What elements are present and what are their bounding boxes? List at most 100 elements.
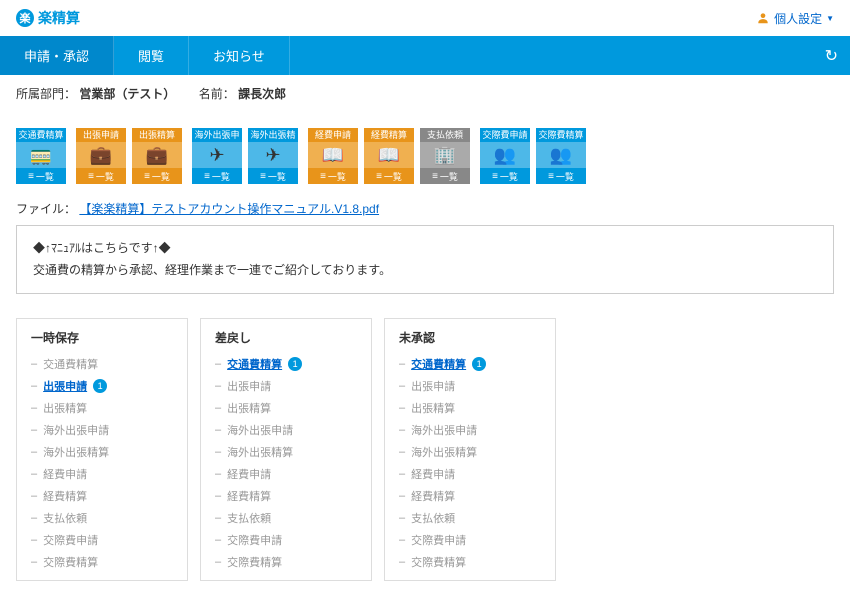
status-item-label[interactable]: 交通費精算 [227,356,282,372]
status-item-label: 海外出張申請 [227,422,293,438]
status-item-label: 海外出張精算 [227,444,293,460]
file-link[interactable]: 【楽楽精算】テストアカウント操作マニュアル.V1.8.pdf [79,202,379,216]
icon-card-icon: 👥 [536,142,586,168]
notice-line-1: ◆↑ﾏﾆｭｱﾙはこちらです↑◆ [33,238,817,260]
status-item-label: 交際費申請 [411,532,466,548]
icon-group: 出張申請💼≡ 一覧出張精算💼≡ 一覧 [76,128,182,184]
refresh-icon[interactable]: ↻ [825,46,838,66]
status-list: –交通費精算–出張申請1–出張精算–海外出張申請–海外出張精算–経費申請–経費精… [31,356,173,570]
dash-icon: – [31,446,37,458]
status-item-label: 交際費申請 [43,532,98,548]
icon-group: 経費申請📖≡ 一覧経費精算📖≡ 一覧支払依頼🏢≡ 一覧 [308,128,470,184]
icon-card-title: 経費精算 [364,128,414,142]
icon-card[interactable]: 支払依頼🏢≡ 一覧 [420,128,470,184]
icon-card-footer[interactable]: ≡ 一覧 [132,168,182,184]
user-settings-dropdown[interactable]: 個人設定 ▼ [756,10,834,27]
dash-icon: – [215,468,221,480]
status-item[interactable]: –出張申請1 [31,378,173,394]
list-icon: ≡ [376,171,382,182]
status-column-title: 一時保存 [31,329,173,346]
icon-card-title: 海外出張精算 [248,128,298,142]
icon-card[interactable]: 交際費申請👥≡ 一覧 [480,128,530,184]
status-item: –海外出張申請 [31,422,173,438]
name-label: 名前： [199,87,235,101]
dash-icon: – [399,424,405,436]
status-item-label: 経費申請 [43,466,87,482]
status-item: –支払依頼 [399,510,541,526]
status-item: –出張精算 [215,400,357,416]
list-icon: ≡ [28,171,34,182]
status-item: –出張精算 [399,400,541,416]
nav-tab-notice[interactable]: お知らせ [189,36,290,75]
icon-card-footer[interactable]: ≡ 一覧 [480,168,530,184]
user-icon [756,11,770,25]
icon-card-title: 交通費精算 [16,128,66,142]
dash-icon: – [215,358,221,370]
nav-tab-application[interactable]: 申請・承認 [0,36,114,75]
status-item: –交際費精算 [215,554,357,570]
icon-card-title: 海外出張申請 [192,128,242,142]
status-item: –経費精算 [399,488,541,504]
icon-card-footer[interactable]: ≡ 一覧 [248,168,298,184]
status-item-label: 交通費精算 [43,356,98,372]
status-item-label[interactable]: 出張申請 [43,378,87,394]
user-settings-label: 個人設定 [774,10,822,27]
status-list: –交通費精算1–出張申請–出張精算–海外出張申請–海外出張精算–経費申請–経費精… [215,356,357,570]
logo-text: 楽精算 [38,8,80,28]
status-item: –交際費申請 [215,532,357,548]
icon-card-footer[interactable]: ≡ 一覧 [16,168,66,184]
status-item[interactable]: –交通費精算1 [399,356,541,372]
dash-icon: – [31,468,37,480]
status-column: 差戻し–交通費精算1–出張申請–出張精算–海外出張申請–海外出張精算–経費申請–… [200,318,372,581]
icon-card-title: 出張申請 [76,128,126,142]
chevron-down-icon: ▼ [826,14,834,23]
icon-card[interactable]: 経費申請📖≡ 一覧 [308,128,358,184]
icon-card[interactable]: 海外出張申請✈≡ 一覧 [192,128,242,184]
file-label: ファイル： [16,202,76,216]
icon-card[interactable]: 海外出張精算✈≡ 一覧 [248,128,298,184]
status-item-label: 支払依頼 [43,510,87,526]
list-icon: ≡ [88,171,94,182]
icon-card[interactable]: 交際費精算👥≡ 一覧 [536,128,586,184]
nav-tab-browse[interactable]: 閲覧 [114,36,189,75]
icon-card-footer[interactable]: ≡ 一覧 [364,168,414,184]
name-value: 課長次郎 [238,87,286,101]
icon-card-footer[interactable]: ≡ 一覧 [308,168,358,184]
dash-icon: – [31,490,37,502]
status-item-label: 出張申請 [227,378,271,394]
dash-icon: – [215,512,221,524]
status-item: –経費申請 [399,466,541,482]
dash-icon: – [31,424,37,436]
icon-card-footer[interactable]: ≡ 一覧 [192,168,242,184]
status-list: –交通費精算1–出張申請–出張精算–海外出張申請–海外出張精算–経費申請–経費精… [399,356,541,570]
notice-box: ◆↑ﾏﾆｭｱﾙはこちらです↑◆ 交通費の精算から承認、経理作業まで一連でご紹介し… [16,225,834,294]
status-item: –交通費精算 [31,356,173,372]
icon-card-footer[interactable]: ≡ 一覧 [420,168,470,184]
icon-card-footer[interactable]: ≡ 一覧 [76,168,126,184]
icon-card[interactable]: 経費精算📖≡ 一覧 [364,128,414,184]
dash-icon: – [215,380,221,392]
icon-card-footer[interactable]: ≡ 一覧 [536,168,586,184]
icon-card[interactable]: 出張申請💼≡ 一覧 [76,128,126,184]
status-item-label[interactable]: 交通費精算 [411,356,466,372]
icon-card[interactable]: 出張精算💼≡ 一覧 [132,128,182,184]
notice-line-2: 交通費の精算から承認、経理作業まで一連でご紹介しております。 [33,260,817,282]
icon-group: 交通費精算🚃≡ 一覧 [16,128,66,184]
dash-icon: – [399,534,405,546]
status-item-label: 支払依頼 [411,510,455,526]
dash-icon: – [215,446,221,458]
nav-bar: 申請・承認 閲覧 お知らせ ↻ [0,36,850,75]
dash-icon: – [215,402,221,414]
status-item[interactable]: –交通費精算 1 [215,356,357,372]
list-icon: ≡ [204,171,210,182]
status-item-label: 出張精算 [227,400,271,416]
dash-icon: – [399,446,405,458]
icon-grid: 交通費精算🚃≡ 一覧出張申請💼≡ 一覧出張精算💼≡ 一覧海外出張申請✈≡ 一覧海… [16,128,834,184]
count-badge: 1 [288,357,302,371]
icon-card[interactable]: 交通費精算🚃≡ 一覧 [16,128,66,184]
status-item-label: 経費精算 [227,488,271,504]
status-item: –海外出張精算 [31,444,173,460]
content: 交通費精算🚃≡ 一覧出張申請💼≡ 一覧出張精算💼≡ 一覧海外出張申請✈≡ 一覧海… [0,112,850,597]
status-item-label: 支払依頼 [227,510,271,526]
icon-group: 海外出張申請✈≡ 一覧海外出張精算✈≡ 一覧 [192,128,298,184]
